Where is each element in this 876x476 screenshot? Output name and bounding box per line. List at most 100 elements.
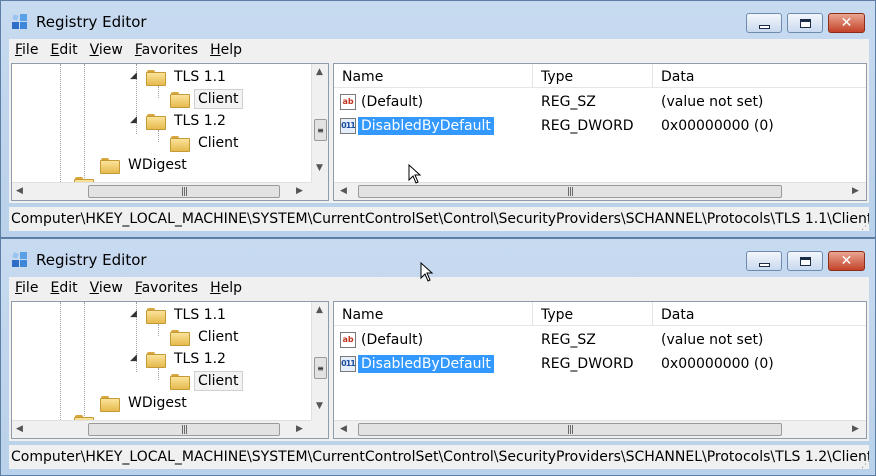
menu-label-rest: dit — [59, 280, 78, 296]
scroll-right-arrow-icon[interactable]: ▶ — [852, 425, 859, 434]
tree-horizontal-scrollbar[interactable]: ◀ ▶ ||| — [12, 182, 313, 200]
minimize-button[interactable] — [746, 13, 782, 33]
dword-value-icon: 011 — [340, 356, 356, 372]
scroll-thumb[interactable]: ||| — [88, 185, 280, 198]
tree-horizontal-scrollbar[interactable]: ◀ ▶ ||| — [12, 420, 313, 438]
minimize-button[interactable] — [746, 251, 782, 271]
menu-label-rest: avorites — [141, 42, 199, 58]
key-tree-pane[interactable]: ◢ TLS 1.1 Client ◢ TLS 1.2 Client WDigest ▲ ▼ ≡ ◀ ▶… — [11, 63, 329, 201]
values-list-pane[interactable]: Name Type Data ab (Default) REG_SZ (value not … — [333, 301, 867, 439]
scroll-right-arrow-icon[interactable]: ▶ — [852, 187, 859, 196]
menu-view[interactable]: View — [84, 280, 129, 296]
tree-node-client[interactable]: Client — [170, 326, 243, 348]
title-bar[interactable]: Registry Editor ✕ — [1, 239, 875, 275]
scroll-thumb[interactable]: ||| — [358, 423, 782, 436]
expanded-arrow-icon[interactable]: ◢ — [130, 310, 139, 319]
folder-icon — [170, 373, 190, 390]
value-name: DisabledByDefault — [358, 117, 494, 135]
scroll-up-arrow-icon[interactable]: ▲ — [316, 306, 323, 315]
value-row[interactable]: 011 DisabledByDefault REG_DWORD 0x00000000 … — [334, 353, 866, 375]
value-name-cell: ab (Default) — [334, 331, 533, 349]
scroll-up-arrow-icon[interactable]: ▲ — [316, 68, 323, 77]
folder-icon — [146, 69, 166, 86]
scroll-thumb[interactable]: ||| — [358, 185, 782, 198]
list-horizontal-scrollbar[interactable]: ◀ ▶ ||| — [334, 182, 866, 200]
column-header-data[interactable]: Data — [653, 64, 866, 88]
menu-mnemonic: E — [50, 280, 60, 296]
scroll-left-arrow-icon[interactable]: ◀ — [340, 425, 347, 434]
tree-node-client[interactable]: Client — [170, 370, 243, 392]
menu-mnemonic: H — [210, 280, 221, 296]
value-row[interactable]: 011 DisabledByDefault REG_DWORD 0x00000000 … — [334, 115, 866, 137]
menu-favorites[interactable]: Favorites — [129, 42, 204, 58]
expanded-arrow-icon[interactable]: ◢ — [130, 116, 139, 125]
menu-view[interactable]: View — [84, 42, 129, 58]
menu-mnemonic: F — [15, 42, 23, 58]
tree-node-tls-1-2[interactable]: ◢ TLS 1.2 — [130, 348, 230, 370]
menu-edit[interactable]: Edit — [44, 42, 83, 58]
column-header-row: Name Type Data — [334, 64, 866, 88]
tree-node-wdigest[interactable]: WDigest — [100, 392, 191, 414]
scroll-right-arrow-icon[interactable]: ▶ — [296, 187, 303, 196]
tree-vertical-scrollbar[interactable]: ▲ ▼ ≡ — [311, 64, 328, 183]
column-header-type[interactable]: Type — [533, 64, 653, 88]
resize-grip-icon[interactable]: ⋰ — [861, 461, 873, 473]
folder-icon — [146, 307, 166, 324]
menu-mnemonic: H — [210, 42, 221, 58]
menu-label-rest: ile — [22, 280, 39, 296]
menu-help[interactable]: Help — [204, 42, 248, 58]
resize-grip-icon[interactable]: ⋰ — [861, 223, 873, 235]
expanded-arrow-icon[interactable]: ◢ — [130, 354, 139, 363]
menu-mnemonic: F — [15, 280, 23, 296]
menu-label-rest: iew — [98, 42, 123, 58]
scroll-thumb[interactable]: ||| — [88, 423, 280, 436]
menu-file[interactable]: File — [9, 42, 44, 58]
scroll-down-arrow-icon[interactable]: ▼ — [316, 164, 323, 173]
value-type: REG_SZ — [541, 94, 596, 110]
value-name: (Default) — [361, 332, 424, 348]
value-data: (value not set) — [661, 94, 764, 110]
scroll-left-arrow-icon[interactable]: ◀ — [16, 425, 23, 434]
menu-favorites[interactable]: Favorites — [129, 280, 204, 296]
column-header-data[interactable]: Data — [653, 302, 866, 326]
column-header-name[interactable]: Name — [334, 302, 533, 326]
scroll-left-arrow-icon[interactable]: ◀ — [16, 187, 23, 196]
close-button[interactable]: ✕ — [828, 13, 865, 33]
title-bar[interactable]: Registry Editor ✕ — [1, 1, 875, 37]
menu-help[interactable]: Help — [204, 280, 248, 296]
tree-node-tls-1-1[interactable]: ◢ TLS 1.1 — [130, 66, 230, 88]
value-row[interactable]: ab (Default) REG_SZ (value not set) — [334, 91, 866, 113]
value-data: (value not set) — [661, 332, 764, 348]
scroll-thumb[interactable]: ≡ — [314, 357, 327, 379]
value-type: REG_DWORD — [541, 118, 634, 134]
maximize-button[interactable] — [787, 251, 823, 271]
expanded-arrow-icon[interactable]: ◢ — [130, 72, 139, 81]
key-tree-pane[interactable]: ◢ TLS 1.1 Client ◢ TLS 1.2 Client WDigest ▲ ▼ ≡ ◀ ▶… — [11, 301, 329, 439]
scroll-down-arrow-icon[interactable]: ▼ — [316, 402, 323, 411]
scroll-right-arrow-icon[interactable]: ▶ — [296, 425, 303, 434]
close-button[interactable]: ✕ — [828, 251, 865, 271]
column-header-type[interactable]: Type — [533, 302, 653, 326]
scroll-thumb[interactable]: ≡ — [314, 119, 327, 141]
menu-mnemonic: V — [89, 280, 99, 296]
window-title: Registry Editor — [36, 13, 147, 31]
value-row[interactable]: ab (Default) REG_SZ (value not set) — [334, 329, 866, 351]
tree-node-tls-1-2[interactable]: ◢ TLS 1.2 — [130, 110, 230, 132]
menu-edit[interactable]: Edit — [44, 280, 83, 296]
menu-label-rest: avorites — [141, 280, 199, 296]
menu-file[interactable]: File — [9, 280, 44, 296]
scroll-left-arrow-icon[interactable]: ◀ — [340, 187, 347, 196]
folder-icon — [170, 91, 190, 108]
menu-mnemonic: V — [89, 42, 99, 58]
column-header-name[interactable]: Name — [334, 64, 533, 88]
tree-node-wdigest[interactable]: WDigest — [100, 154, 191, 176]
maximize-button[interactable] — [787, 13, 823, 33]
menu-mnemonic: F — [134, 42, 142, 58]
tree-node-client[interactable]: Client — [170, 132, 243, 154]
tree-node-tls-1-1[interactable]: ◢ TLS 1.1 — [130, 304, 230, 326]
tree-vertical-scrollbar[interactable]: ▲ ▼ ≡ — [311, 302, 328, 421]
tree-node-client[interactable]: Client — [170, 88, 243, 110]
value-name: DisabledByDefault — [358, 355, 494, 373]
minimize-icon — [758, 262, 770, 267]
list-horizontal-scrollbar[interactable]: ◀ ▶ ||| — [334, 420, 866, 438]
